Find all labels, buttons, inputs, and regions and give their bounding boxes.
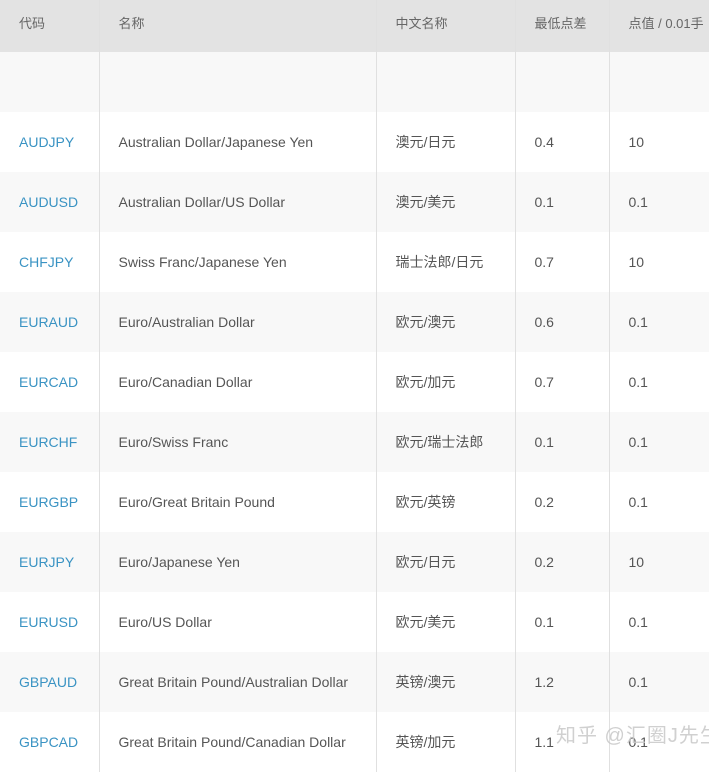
cell-min-spread: 1.2 [515,652,610,712]
cell-chinese-name: 欧元/瑞士法郎 [376,412,516,472]
header-name: 名称 [99,0,377,52]
cell-pip-value: 0.1 [628,614,648,630]
cell-chinese-name: 欧元/澳元 [376,292,516,352]
cell-code[interactable]: EURUSD [0,592,100,652]
watermark: 知乎 @汇圈J先生 [556,725,709,747]
cell-min-spread: 0.4 [515,112,610,172]
cell-pip-value: 0.1 [609,172,709,232]
cell-chinese-name: 英镑/加元 [376,712,516,772]
table-row: GBPAUD Great Britain Pound/Australian Dol… [0,652,709,712]
cell-code[interactable]: EURGBP [0,472,100,532]
cell-code[interactable]: EURJPY [0,532,100,592]
header-min-spread: 最低点差 [515,0,610,52]
cell-name: Australian Dollar/US Dollar [99,172,377,232]
cell-pip-value: 0.1 [609,412,709,472]
cell-pip-value: 0.1 [609,292,709,352]
cell-min-spread: 0.7 [515,352,610,412]
table-row: EURUSD Euro/US Dollar 欧元/美元 0.1 0.1 [0,592,709,652]
cell-min-spread: 0.1 [515,592,610,652]
cell-chinese-name: 瑞士法郎/日元 [376,232,516,292]
cell-name: Swiss Franc/Japanese Yen [99,232,377,292]
table-row: EURCAD Euro/Canadian Dollar 欧元/加元 0.7 0.1 [0,352,709,412]
cell-pip-value: 0.1 [609,652,709,712]
cell-name: Euro/US Dollar [99,592,377,652]
cell-code[interactable]: EURAUD [0,292,100,352]
cell-pip-value: 0.1 [628,374,648,390]
cell-code[interactable]: AUDJPY [0,112,100,172]
currency-pairs-table: 代码 名称 中文名称 最低点差 点值 / 0.01手 AUDJPY Austral… [0,0,709,772]
table-row: EURCHF Euro/Swiss Franc 欧元/瑞士法郎 0.1 0.1 [0,412,709,472]
cell-chinese-name: 欧元/英镑 [376,472,516,532]
table-row: CHFJPY Swiss Franc/Japanese Yen 瑞士法郎/日元 0.7… [0,232,709,292]
cell-name: Australian Dollar/Japanese Yen [99,112,377,172]
cell-code[interactable]: AUDUSD [0,172,100,232]
cell-min-spread: 0.6 [515,292,610,352]
header-pip-value: 点值 / 0.01手 [609,0,709,52]
table-row: AUDUSD Australian Dollar/US Dollar 澳元/美元 0.… [0,172,709,232]
cell-code[interactable]: GBPCAD [0,712,100,772]
header-chinese-name: 中文名称 [376,0,516,52]
cell-name: Euro/Japanese Yen [99,532,377,592]
table-row: EURJPY Euro/Japanese Yen 欧元/日元 0.2 10 [0,532,709,592]
cell-min-spread: 0.1 [515,412,610,472]
cell-name: Great Britain Pound/Canadian Dollar [99,712,377,772]
cell-min-spread: 0.7 [515,232,610,292]
table-row: EURAUD Euro/Australian Dollar 欧元/澳元 0.6 0.1 [0,292,709,352]
table-row: EURGBP Euro/Great Britain Pound 欧元/英镑 0.2 0.… [0,472,709,532]
cell-chinese-name: 澳元/美元 [376,172,516,232]
cell-code[interactable]: GBPAUD [0,652,100,712]
cell-pip-value: 10 [609,532,709,592]
cell-chinese-name: 英镑/澳元 [376,652,516,712]
cell-chinese-name: 欧元/美元 [376,592,516,652]
cell-name: Euro/Australian Dollar [99,292,377,352]
cell-name: Great Britain Pound/Australian Dollar [99,652,377,712]
cell-code[interactable]: EURCHF [0,412,100,472]
cell-pip-value: 10 [628,254,645,270]
header-code: 代码 [0,0,100,52]
table-row: AUDJPY Australian Dollar/Japanese Yen 澳元/日… [0,112,709,172]
cell-chinese-name: 欧元/加元 [376,352,516,412]
cell-pip-value: 0.1 [628,494,648,510]
cell-min-spread: 0.2 [515,532,610,592]
cell-pip-value: 10 [628,134,645,150]
cell-name: Euro/Great Britain Pound [99,472,377,532]
cell-name: Euro/Swiss Franc [99,412,377,472]
cell-code[interactable]: CHFJPY [0,232,100,292]
cell-chinese-name: 澳元/日元 [376,112,516,172]
cell-name: Euro/Canadian Dollar [99,352,377,412]
cell-code[interactable]: EURCAD [0,352,100,412]
empty-row [0,52,709,112]
cell-chinese-name: 欧元/日元 [376,532,516,592]
table-header: 代码 名称 中文名称 最低点差 点值 / 0.01手 [0,0,709,52]
cell-min-spread: 0.1 [515,172,610,232]
cell-min-spread: 0.2 [515,472,610,532]
